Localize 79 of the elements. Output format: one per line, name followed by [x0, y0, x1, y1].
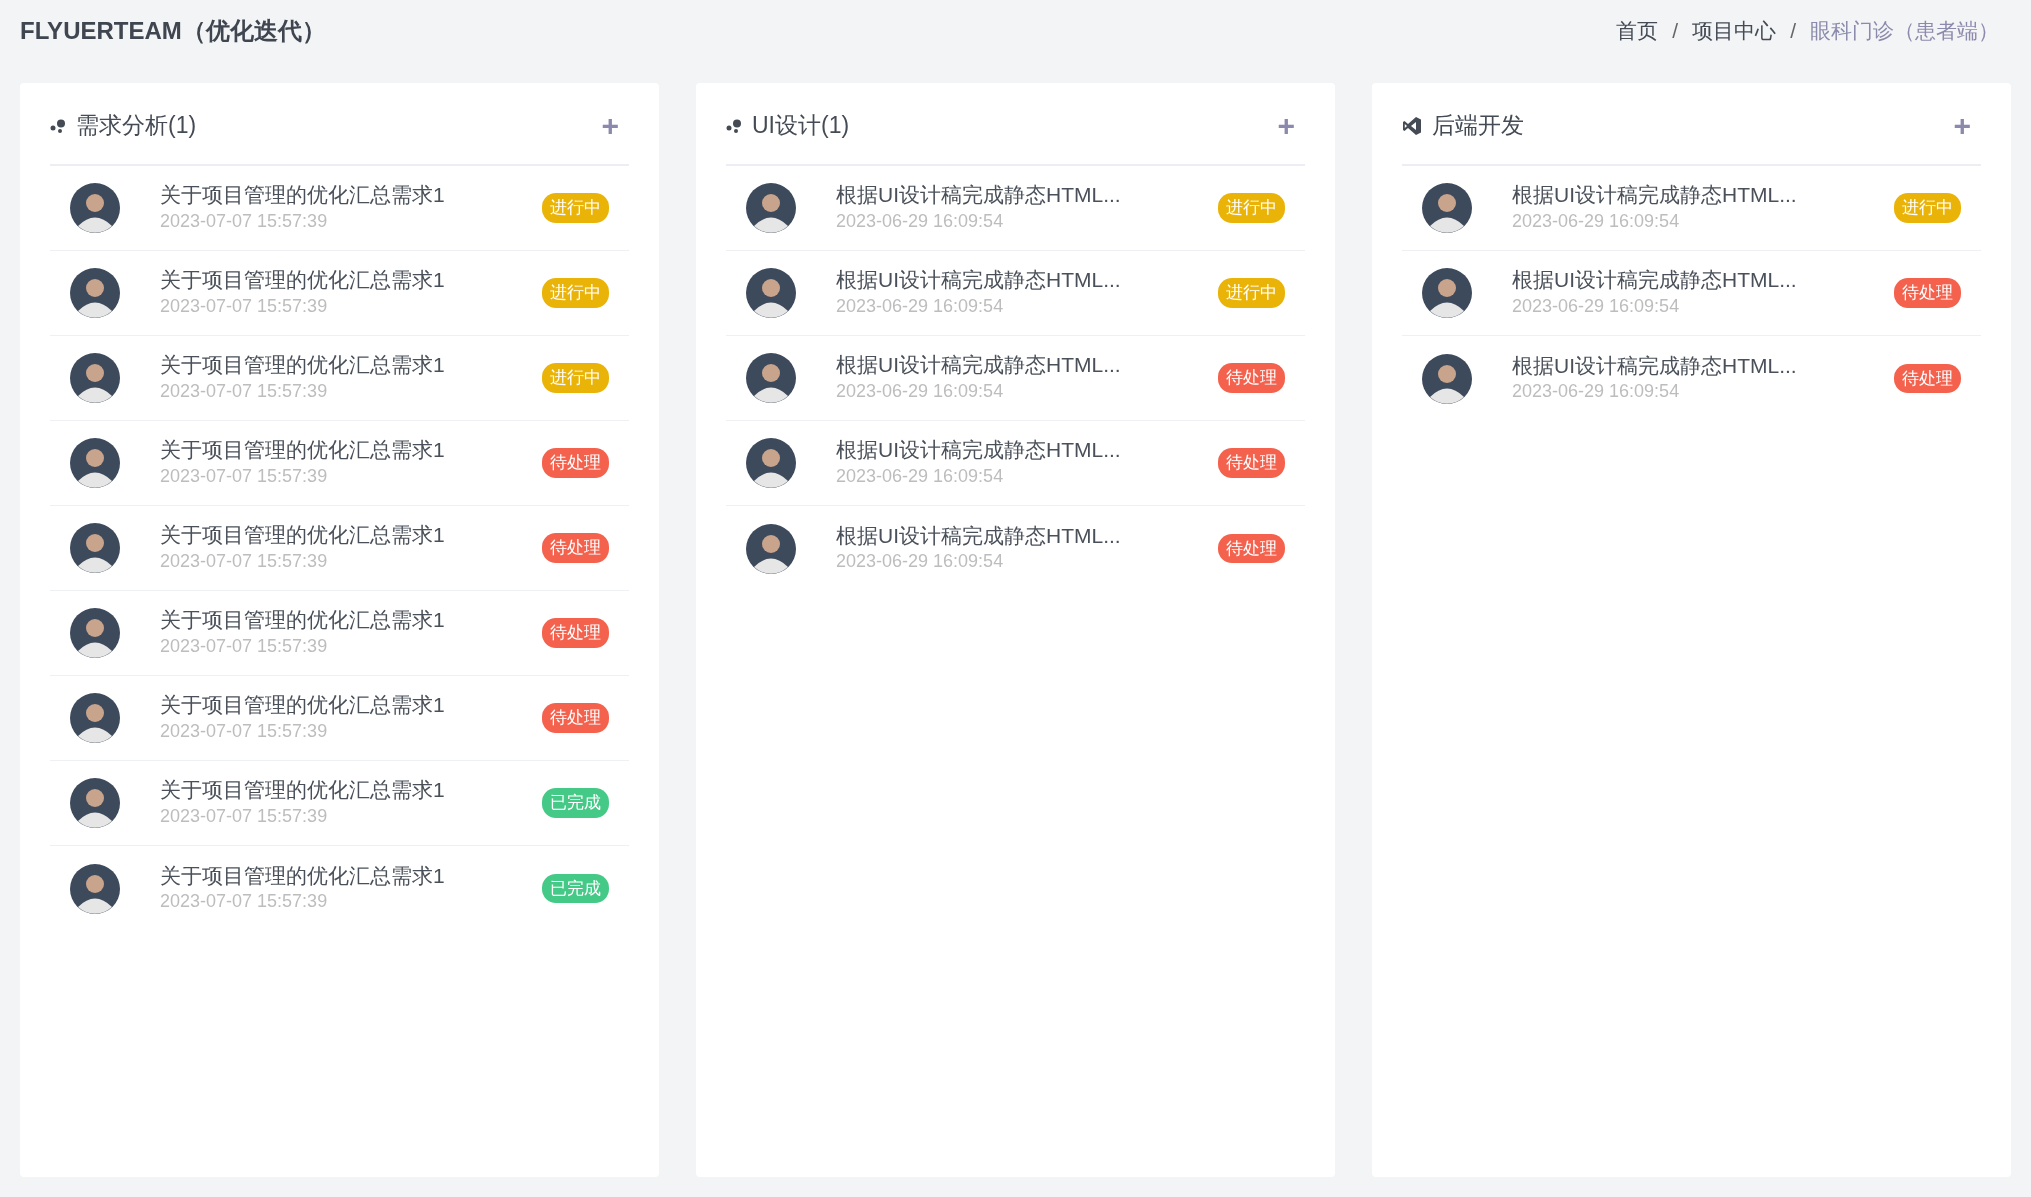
status-tag: 已完成: [542, 788, 609, 818]
status-tag: 进行中: [1218, 193, 1285, 223]
avatar: [70, 353, 120, 403]
avatar: [746, 183, 796, 233]
task-title[interactable]: 根据UI设计稿完成静态HTML...: [1512, 267, 1894, 294]
page-title: FLYUERTEAM（优化迭代）: [20, 16, 326, 46]
avatar: [70, 268, 120, 318]
task-time: 2023-06-29 16:09:54: [836, 209, 1005, 233]
task-title[interactable]: 根据UI设计稿完成静态HTML...: [1512, 182, 1894, 209]
status-tag: 待处理: [1894, 278, 1961, 308]
task-title[interactable]: 根据UI设计稿完成静态HTML...: [836, 352, 1218, 379]
task-time: 2023-06-29 16:09:54: [1512, 380, 1681, 404]
code-icon: [1402, 115, 1422, 136]
task-time: 2023-07-07 15:57:39: [160, 464, 329, 488]
breadcrumb-link[interactable]: 项目中心: [1692, 15, 1777, 47]
avatar: [70, 778, 120, 828]
status-tag: 待处理: [542, 618, 609, 648]
avatar: [70, 523, 120, 573]
avatar: [70, 183, 120, 233]
breadcrumb-separator: /: [1672, 18, 1679, 45]
status-tag: 已完成: [542, 873, 609, 904]
status-tag: 待处理: [542, 533, 609, 563]
status-tag: 进行中: [1894, 193, 1961, 223]
avatar: [70, 693, 120, 743]
task-title[interactable]: 关于项目管理的优化汇总需求1: [160, 862, 542, 890]
task-time: 2023-07-07 15:57:39: [160, 634, 329, 658]
task-title[interactable]: 根据UI设计稿完成静态HTML...: [836, 182, 1218, 209]
status-tag: 进行中: [542, 278, 609, 308]
avatar: [1422, 268, 1472, 318]
task-title[interactable]: 关于项目管理的优化汇总需求1: [160, 777, 542, 804]
task-time: 2023-07-07 15:57:39: [160, 209, 329, 233]
avatar: [746, 438, 796, 488]
status-tag: 待处理: [1218, 448, 1285, 478]
task-time: 2023-07-07 15:57:39: [160, 804, 329, 828]
task-time: 2023-06-29 16:09:54: [836, 379, 1005, 403]
avatar: [746, 523, 796, 574]
task-time: 2023-07-07 15:57:39: [160, 294, 329, 318]
task-time: 2023-06-29 16:09:54: [836, 294, 1005, 318]
task-title[interactable]: 关于项目管理的优化汇总需求1: [160, 352, 542, 379]
avatar: [70, 863, 120, 914]
task-title[interactable]: 根据UI设计稿完成静态HTML...: [836, 267, 1218, 294]
status-tag: 进行中: [542, 363, 609, 393]
avatar: [1422, 183, 1472, 233]
task-title[interactable]: 关于项目管理的优化汇总需求1: [160, 437, 542, 464]
avatar: [70, 608, 120, 658]
task-time: 2023-07-07 15:57:39: [160, 549, 329, 573]
task-title[interactable]: 根据UI设计稿完成静态HTML...: [836, 522, 1218, 550]
status-tag: 进行中: [542, 193, 609, 223]
task-title[interactable]: 关于项目管理的优化汇总需求1: [160, 607, 542, 634]
task-title[interactable]: 关于项目管理的优化汇总需求1: [160, 692, 542, 719]
task-time: 2023-07-07 15:57:39: [160, 719, 329, 743]
status-tag: 待处理: [542, 703, 609, 733]
status-tag: 待处理: [1218, 363, 1285, 393]
task-time: 2023-06-29 16:09:54: [836, 464, 1005, 488]
task-time: 2023-06-29 16:09:54: [1512, 209, 1681, 233]
task-title[interactable]: 关于项目管理的优化汇总需求1: [160, 267, 542, 294]
avatar: [746, 353, 796, 403]
column-title: 后端开发: [1432, 111, 1524, 141]
task-title[interactable]: 关于项目管理的优化汇总需求1: [160, 522, 542, 549]
column-title: UI设计(1): [752, 111, 850, 141]
task-title[interactable]: 根据UI设计稿完成静态HTML...: [836, 437, 1218, 464]
avatar: [746, 268, 796, 318]
task-title[interactable]: 根据UI设计稿完成静态HTML...: [1512, 352, 1894, 380]
status-tag: 待处理: [1218, 533, 1285, 564]
status-tag: 待处理: [542, 448, 609, 478]
dots-icon: [50, 118, 66, 133]
task-time: 2023-06-29 16:09:54: [1512, 294, 1681, 318]
breadcrumb-link[interactable]: 首页: [1616, 15, 1659, 47]
avatar: [70, 438, 120, 488]
status-tag: 待处理: [1894, 363, 1961, 394]
task-time: 2023-06-29 16:09:54: [836, 550, 1005, 574]
task-time: 2023-07-07 15:57:39: [160, 379, 329, 403]
column-title: 需求分析(1): [76, 111, 197, 141]
avatar: [1422, 353, 1472, 404]
status-tag: 进行中: [1218, 278, 1285, 308]
task-time: 2023-07-07 15:57:39: [160, 890, 329, 914]
dots-icon: [726, 118, 742, 133]
breadcrumb-separator: /: [1790, 18, 1796, 45]
task-title[interactable]: 关于项目管理的优化汇总需求1: [160, 182, 542, 209]
